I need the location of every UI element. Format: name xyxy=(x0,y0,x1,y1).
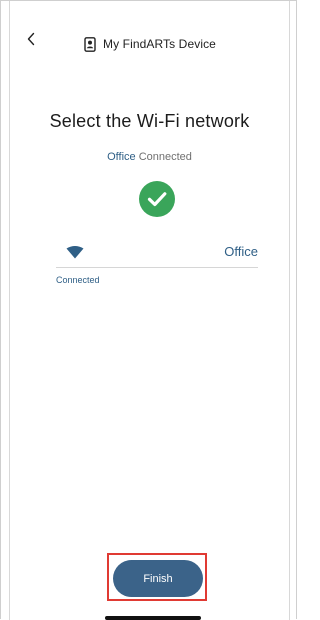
network-state-label: Connected xyxy=(56,275,100,285)
device-icon xyxy=(83,36,97,52)
right-border xyxy=(289,1,290,620)
network-row[interactable]: Office xyxy=(56,239,258,268)
connection-status: Office Connected xyxy=(1,151,298,163)
network-name: Office xyxy=(224,244,258,259)
screen: My FindARTs Device Select the Wi-Fi netw… xyxy=(0,0,298,620)
finish-button[interactable]: Finish xyxy=(113,560,203,597)
page-title: Select the Wi-Fi network xyxy=(49,111,250,131)
status-network-name: Office xyxy=(107,151,136,163)
header: My FindARTs Device xyxy=(1,36,298,52)
left-border xyxy=(9,1,10,620)
check-circle-icon xyxy=(139,181,175,217)
home-indicator xyxy=(105,616,201,620)
device-title: My FindARTs Device xyxy=(103,37,216,51)
status-text: Connected xyxy=(138,151,192,163)
wifi-icon xyxy=(66,246,84,260)
